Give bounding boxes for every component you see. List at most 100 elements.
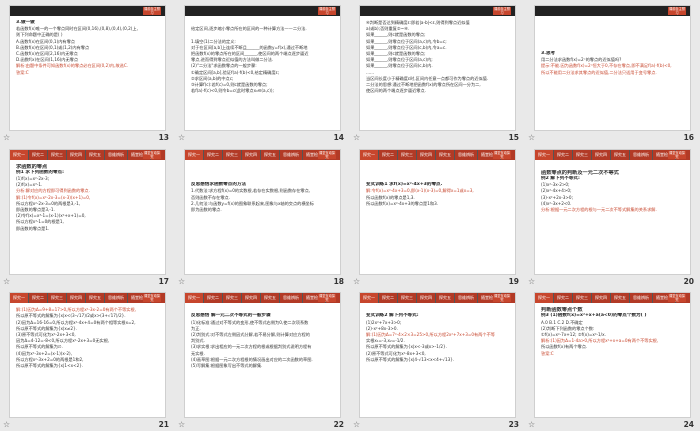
slide-header-bar: 课前自主预习 (360, 6, 515, 16)
slide-cell[interactable]: 探究一 探究二 探究三 探究四 探究五 思维辨析 随堂检测 课堂互动探究 解:(1)因为Δ=9+… (0, 287, 175, 431)
star-icon[interactable]: ☆ (353, 133, 360, 143)
slide-thumbnail[interactable]: 探究一 探究二 探究三 探究四 探究五 思维辨析 随堂检测 课堂互动探究 函数零点的判断及一元… (534, 148, 691, 275)
slide-text-line: 所以原不等式的解集为{x|1<x<2}. (16, 363, 84, 369)
slide-text-line: 即函数的零点是1. (16, 225, 50, 231)
slide-nav-tab: 探究四 (417, 293, 436, 304)
slide-header-bar: 课前自主预习 (185, 6, 340, 16)
star-icon[interactable]: ☆ (353, 277, 360, 287)
slide-cell[interactable]: 探究一 探究二 探究三 探究四 探究五 思维辨析 随堂检测 课堂互动探究 反思感悟 解一元二次… (175, 287, 350, 431)
slide-header-bar: 课前自主预习 (535, 6, 690, 16)
slide-cell[interactable]: 探究一 探究二 探究三 探究四 探究五 思维辨析 随堂检测 课堂互动探究 求函数的零点 例1 求下… (0, 144, 175, 288)
star-icon[interactable]: ☆ (528, 420, 535, 430)
slide-nav-tabs: 探究一 探究二 探究三 探究四 探究五 思维辨析 随堂检测 (360, 149, 501, 160)
slide-nav-tab: 探究五 (86, 293, 105, 304)
slide-number: 17 (158, 276, 169, 286)
slide-header-bar: 课前自主预习 (10, 6, 165, 16)
slide-cell[interactable]: 课前自主预习 3.思考 用二分法求函数f(x)=2ˣ的零点的近似值吗? 提示:不能.… (525, 0, 700, 144)
slide-number: 14 (333, 133, 344, 142)
slide-thumbnail[interactable]: 探究一 探究二 探究三 探究四 探究五 思维辨析 随堂检测 课堂互动探究 解:(1)因为Δ=9+… (9, 292, 166, 419)
slide-nav-tab: 思维辨析 (105, 149, 128, 160)
slide-nav-tabs: 探究一 探究二 探究三 探究四 探究五 思维辨析 随堂检测 (535, 293, 676, 304)
slide-nav-tab: 探究四 (417, 149, 436, 160)
slide-content: 反思感悟 解一元二次不等式的一般步骤 (1)化标准:通过对不等式的变形,使不等式右… (185, 303, 340, 373)
slide-footer: ☆ 15 (350, 133, 525, 143)
slide-thumbnail[interactable]: 探究一 探究二 探究三 探究四 探究五 思维辨析 随堂检测 课堂互动探究 反思感悟 解一元二次… (184, 292, 341, 419)
slide-thumbnail[interactable]: 探究一 探究二 探究三 探究四 探究五 思维辨析 随堂检测 课堂互动探究 判断函数零点个数 例3 … (534, 292, 691, 419)
slide-number: 23 (508, 420, 519, 430)
slide-cell[interactable]: 探究一 探究二 探究三 探究四 探究五 思维辨析 随堂检测 课堂互动探究 反思感悟求函数零点的… (175, 144, 350, 288)
slide-footer: ☆ 18 (175, 277, 350, 287)
slide-cell[interactable]: 课前自主预习 给定区间,逐步缩小零点所在的区间的一种计算方法——二分法. 1.填… (175, 0, 350, 144)
slide-nav-tab: 探究四 (67, 293, 86, 304)
slide-section-badge: 课堂互动探究 (318, 150, 336, 159)
slide-nav-tab: 思维辨析 (105, 293, 128, 304)
slide-section-badge: 课堂互动探究 (493, 294, 511, 303)
slide-footer: ☆ 19 (350, 277, 525, 287)
slide-nav-tab: 思维辨析 (280, 293, 303, 304)
slide-nav-tab: 探究二 (204, 149, 223, 160)
slide-thumbnail[interactable]: 探究一 探究二 探究三 探究四 探究五 思维辨析 随堂检测 课堂互动探究 反思感悟求函数零点的… (184, 148, 341, 275)
slide-grid: 课前自主预习 3.做一做 若函数f(x)唯一的一个零点同时在区间(0,16),(0,… (0, 0, 700, 431)
slide-nav-tab: 探究四 (67, 149, 86, 160)
slide-header-bar: 探究一 探究二 探究三 探究四 探究五 思维辨析 随堂检测 课堂互动探究 (10, 149, 165, 160)
slide-header-bar: 探究一 探究二 探究三 探究四 探究五 思维辨析 随堂检测 课堂互动探究 (535, 149, 690, 160)
slide-content: 判断函数零点个数 例3 (1)函数f(x)=x²+x+a(a<0)的零点个数为( … (535, 303, 690, 361)
slide-text-line: 使区间的两个端点逐步逼近零点. (366, 88, 426, 94)
slide-section-badge: 课堂互动探究 (143, 294, 161, 303)
star-icon[interactable]: ☆ (178, 133, 185, 143)
star-icon[interactable]: ☆ (178, 420, 185, 430)
slide-section-badge: 课堂互动探究 (493, 150, 511, 159)
slide-nav-tab: 探究一 (185, 293, 204, 304)
slide-cell[interactable]: 课前自主预习 ④判断是否达到精确度ε:即若|a-b|<ε,则得到零点近似值 a(或b… (350, 0, 525, 144)
slide-nav-tab: 探究四 (242, 149, 261, 160)
star-icon[interactable]: ☆ (3, 420, 10, 430)
slide-cell[interactable]: 探究一 探究二 探究三 探究四 探究五 思维辨析 随堂检测 课堂互动探究 判断函数零点个数 例3 … (525, 287, 700, 431)
slide-nav-tab: 探究二 (29, 149, 48, 160)
slide-thumbnail[interactable]: 课前自主预习 ④判断是否达到精确度ε:即若|a-b|<ε,则得到零点近似值 a(或b… (359, 5, 516, 131)
star-icon[interactable]: ☆ (528, 277, 535, 287)
slide-cell[interactable]: 探究一 探究二 探究三 探究四 探究五 思维辨析 随堂检测 课堂互动探究 函数零点的判断及一元… (525, 144, 700, 288)
slide-content: 反思感悟求函数零点的方法 1.代数法:求方程f(x)=0的实数根,若存在实数根,则… (185, 160, 340, 218)
slide-nav-tab: 探究一 (535, 293, 554, 304)
slide-nav-tab: 探究五 (261, 149, 280, 160)
star-icon[interactable]: ☆ (3, 133, 10, 143)
star-icon[interactable]: ☆ (528, 133, 535, 143)
slide-text-line: 所以原不等式的解集为{x|4-√13<x<4+√13}. (366, 356, 455, 362)
slide-section-badge: 课堂互动探究 (668, 150, 686, 159)
slide-content: 解:(1)因为Δ=9+8=17>0,所以方程x²-3x-2=0有两个不等实根, 所… (10, 303, 165, 373)
slide-number: 20 (683, 276, 694, 286)
slide-header-bar: 探究一 探究二 探究三 探究四 探究五 思维辨析 随堂检测 课堂互动探究 (535, 293, 690, 304)
slide-nav-tab: 探究一 (10, 149, 29, 160)
slide-nav-tabs: 探究一 探究二 探究三 探究四 探究五 思维辨析 随堂检测 (185, 149, 326, 160)
slide-nav-tab: 探究一 (360, 149, 379, 160)
slide-cell[interactable]: 课前自主预习 3.做一做 若函数f(x)唯一的一个零点同时在区间(0,16),(0,… (0, 0, 175, 144)
slide-footer: ☆ 24 (525, 420, 700, 430)
slide-number: 15 (508, 133, 519, 142)
slide-cell[interactable]: 探究一 探究二 探究三 探究四 探究五 思维辨析 随堂检测 课堂互动探究 变式训练1 求f(x… (350, 144, 525, 288)
slide-thumbnail[interactable]: 课前自主预习 给定区间,逐步缩小零点所在的区间的一种计算方法——二分法. 1.填… (184, 5, 341, 131)
slide-text-line: (5)写解集:根据图象写出不等式的解集. (191, 363, 263, 369)
slide-cell[interactable]: 探究一 探究二 探究三 探究四 探究五 思维辨析 随堂检测 课堂互动探究 变式训练2 解下列不… (350, 287, 525, 431)
slide-text-line: 所以不能用二分法求其零点的近似值,二分法只适用于变号零点. (541, 69, 657, 75)
slide-text-line: 所以函数f(x)=x²-4x+3的零点是1和3. (366, 200, 439, 206)
star-icon[interactable]: ☆ (3, 277, 10, 287)
slide-nav-tab: 探究四 (592, 293, 611, 304)
slide-content: ④判断是否达到精确度ε:即若|a-b|<ε,则得到零点近似值 a(或b);否则重复… (360, 16, 515, 98)
slide-thumbnail[interactable]: 探究一 探究二 探究三 探究四 探究五 思维辨析 随堂检测 课堂互动探究 变式训练1 求f(x… (359, 148, 516, 275)
slide-thumbnail[interactable]: 探究一 探究二 探究三 探究四 探究五 思维辨析 随堂检测 课堂互动探究 求函数的零点 例1 求下… (9, 148, 166, 275)
slide-content: 3.做一做 若函数f(x)唯一的一个零点同时在区间(0,16),(0,8),(0,… (10, 16, 165, 80)
star-icon[interactable]: ☆ (178, 277, 185, 287)
slide-nav-tab: 探究三 (398, 293, 417, 304)
slide-header-bar: 探究一 探究二 探究三 探究四 探究五 思维辨析 随堂检测 课堂互动探究 (360, 149, 515, 160)
slide-thumbnail[interactable]: 课前自主预习 3.思考 用二分法求函数f(x)=2ˣ的零点的近似值吗? 提示:不能.… (534, 5, 691, 131)
star-icon[interactable]: ☆ (353, 420, 360, 430)
slide-nav-tab: 探究四 (592, 149, 611, 160)
slide-nav-tab: 探究二 (554, 293, 573, 304)
slide-nav-tab: 探究五 (436, 149, 455, 160)
slide-thumbnail[interactable]: 探究一 探究二 探究三 探究四 探究五 思维辨析 随堂检测 课堂互动探究 变式训练2 解下列不… (359, 292, 516, 419)
slide-thumbnail[interactable]: 课前自主预习 3.做一做 若函数f(x)唯一的一个零点同时在区间(0,16),(0,… (9, 5, 166, 131)
slide-number: 24 (683, 420, 694, 430)
slide-nav-tab: 探究三 (573, 293, 592, 304)
slide-nav-tab: 探究五 (436, 293, 455, 304)
slide-nav-tab: 思维辨析 (280, 149, 303, 160)
